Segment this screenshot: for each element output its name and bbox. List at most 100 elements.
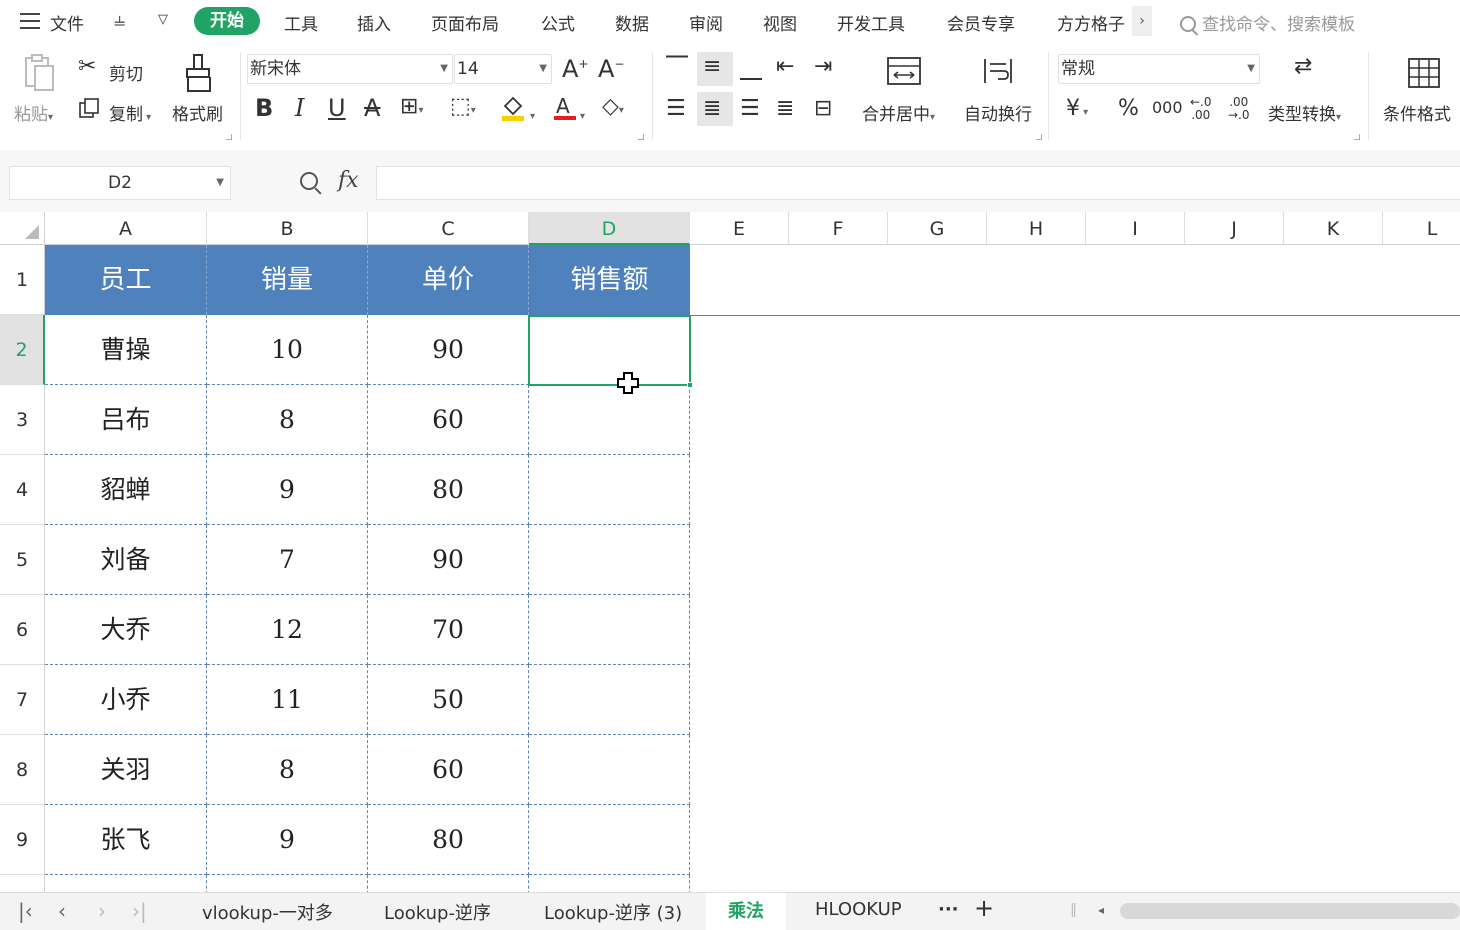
tab-member[interactable]: 会员专享 (947, 10, 1015, 35)
cell-employee[interactable]: 吕布 (45, 385, 207, 455)
align-top-icon[interactable]: ⎺ (666, 56, 688, 78)
cell-empty[interactable] (45, 875, 207, 892)
column-header-e[interactable]: E (690, 212, 789, 245)
borders-icon[interactable]: ⊞▾ (400, 96, 423, 118)
header-cell-unit-price[interactable]: 单价 (368, 245, 529, 315)
cell-quantity[interactable]: 12 (207, 595, 368, 665)
tab-fangfang[interactable]: 方方格子 (1057, 10, 1125, 35)
merge-center-button[interactable]: 合并居中▾ (862, 100, 935, 125)
fill-color-dropdown-icon[interactable]: ▾ (530, 102, 535, 124)
select-all-corner[interactable] (0, 212, 45, 245)
tab-insert[interactable]: 插入 (357, 10, 391, 35)
row-header-6[interactable]: 6 (0, 595, 45, 665)
fill-color-icon[interactable] (500, 94, 526, 127)
row-header-8[interactable]: 8 (0, 735, 45, 805)
bold-icon[interactable]: B (255, 96, 273, 120)
cell-sales-amount[interactable] (529, 525, 690, 595)
horizontal-scrollbar[interactable] (1120, 903, 1460, 919)
cell-quantity[interactable]: 11 (207, 665, 368, 735)
column-header-c[interactable]: C (368, 212, 529, 245)
justify-icon[interactable]: ≣ (776, 98, 794, 120)
increase-indent-icon[interactable]: ⇥ (814, 56, 832, 78)
row-header-2[interactable]: 2 (0, 315, 45, 385)
number-dialog-launcher[interactable] (1354, 134, 1360, 140)
sheet-tab-lookup-reverse[interactable]: Lookup-逆序 (384, 899, 491, 925)
search-box[interactable]: 查找命令、搜索模板 (1180, 10, 1355, 35)
menu-icon[interactable] (20, 13, 40, 29)
header-cell-employee[interactable]: 员工 (45, 245, 207, 315)
cell-sales-amount[interactable] (529, 385, 690, 455)
cell-employee[interactable]: 小乔 (45, 665, 207, 735)
row-header-10[interactable] (0, 875, 45, 892)
font-color-icon[interactable]: A (552, 94, 578, 127)
cell-employee[interactable]: 曹操 (45, 315, 207, 385)
font-size-select[interactable]: 14 ▼ (454, 54, 552, 84)
thousands-separator-icon[interactable]: 000 (1152, 100, 1183, 116)
number-format-select[interactable]: 常规 ▼ (1058, 54, 1260, 84)
tab-view[interactable]: 视图 (763, 10, 797, 35)
tab-page-layout[interactable]: 页面布局 (431, 10, 499, 35)
cell-quantity[interactable]: 10 (207, 315, 368, 385)
merge-center-icon[interactable] (886, 56, 922, 91)
first-sheet-icon[interactable]: |‹ (18, 899, 33, 923)
row-header-4[interactable]: 4 (0, 455, 45, 525)
align-dialog-launcher[interactable] (1036, 134, 1042, 140)
paste-button[interactable]: 粘贴▾ (14, 100, 53, 125)
cell-style-icon[interactable]: ⬚▾ (450, 96, 476, 118)
prev-sheet-icon[interactable]: ‹ (58, 899, 66, 923)
cell-unit-price[interactable]: 90 (368, 525, 529, 595)
spreadsheet-grid[interactable]: A B C D E F G H I J K L 1 2 3 4 5 6 7 8 … (0, 212, 1460, 892)
align-center-icon[interactable]: ≣ (703, 98, 721, 120)
cell-quantity[interactable]: 7 (207, 525, 368, 595)
cell-employee[interactable]: 张飞 (45, 805, 207, 875)
format-painter-button[interactable]: 格式刷 (172, 100, 223, 125)
conditional-format-icon[interactable] (1408, 58, 1440, 93)
decrease-indent-icon[interactable]: ⇤ (776, 56, 794, 78)
sheet-tab-multiply[interactable]: 乘法 (706, 893, 786, 930)
cell-sales-amount[interactable] (529, 595, 690, 665)
strikethrough-icon[interactable]: A (364, 96, 380, 120)
cell-employee[interactable]: 刘备 (45, 525, 207, 595)
cell-sales-amount[interactable] (529, 665, 690, 735)
name-box[interactable]: D2 ▼ (9, 166, 231, 200)
fill-handle[interactable] (687, 382, 693, 388)
row-header-1[interactable]: 1 (0, 245, 45, 315)
cell-empty[interactable] (529, 875, 690, 892)
align-middle-icon[interactable]: ≡ (703, 56, 721, 78)
row-header-9[interactable]: 9 (0, 805, 45, 875)
column-header-i[interactable]: I (1086, 212, 1185, 245)
column-header-h[interactable]: H (987, 212, 1086, 245)
more-tabs-chevron-icon[interactable]: › (1132, 6, 1152, 36)
cell-unit-price[interactable]: 70 (368, 595, 529, 665)
percent-icon[interactable]: % (1118, 98, 1139, 120)
font-color-dropdown-icon[interactable]: ▾ (580, 102, 585, 124)
decrease-font-icon[interactable]: A− (598, 57, 624, 81)
copy-button[interactable]: 复制 ▾ (109, 100, 151, 125)
italic-icon[interactable]: I (295, 96, 304, 120)
currency-icon[interactable]: ¥ ▾ (1066, 98, 1088, 120)
wrap-text-icon[interactable] (982, 56, 1014, 91)
copy-icon[interactable] (78, 97, 100, 124)
distributed-icon[interactable]: ⊟ (814, 98, 832, 120)
clipboard-dialog-launcher[interactable] (226, 134, 232, 140)
formula-input[interactable] (376, 166, 1460, 200)
chevron-down-icon[interactable]: ▽ (158, 12, 168, 27)
more-sheets-icon[interactable]: ··· (938, 899, 959, 920)
cell-unit-price[interactable]: 60 (368, 735, 529, 805)
column-header-d[interactable]: D (529, 212, 690, 245)
scissors-icon[interactable]: ✂ (78, 56, 96, 78)
tab-formulas[interactable]: 公式 (541, 10, 575, 35)
cell-unit-price[interactable]: 60 (368, 385, 529, 455)
cell-sales-amount[interactable] (529, 805, 690, 875)
tab-developer[interactable]: 开发工具 (837, 10, 905, 35)
fx-icon[interactable]: fx (338, 168, 359, 193)
underline-icon[interactable]: U (328, 96, 346, 120)
align-bottom-icon[interactable]: ⎽ (740, 58, 762, 80)
align-left-icon[interactable]: ☰ (666, 98, 686, 120)
increase-font-icon[interactable]: A+ (562, 57, 588, 81)
align-right-icon[interactable]: ☰ (740, 98, 760, 120)
zoom-icon[interactable] (300, 172, 318, 190)
decrease-decimal-icon[interactable]: .00 →.0 (1228, 95, 1250, 122)
row-header-3[interactable]: 3 (0, 385, 45, 455)
type-convert-icon[interactable]: ⇄ (1294, 56, 1312, 78)
